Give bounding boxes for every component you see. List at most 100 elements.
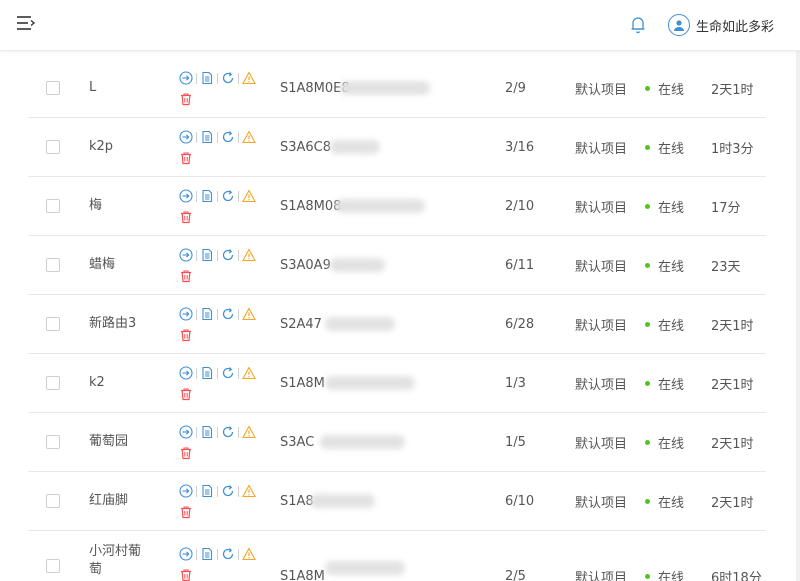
document-icon[interactable]	[200, 248, 214, 262]
warning-icon[interactable]	[242, 71, 256, 85]
row-checkbox[interactable]	[46, 435, 60, 449]
row-checkbox[interactable]	[46, 317, 60, 331]
bell-icon[interactable]	[628, 14, 648, 36]
login-icon[interactable]	[179, 484, 193, 498]
login-icon[interactable]	[179, 189, 193, 203]
top-header: 生命如此多彩	[0, 0, 800, 51]
refresh-icon[interactable]	[221, 547, 235, 561]
serial-number: S2A47	[280, 316, 322, 332]
login-icon[interactable]	[179, 425, 193, 439]
table-row[interactable]: 葡萄园 S3AC 1/5 默认项目 在线 2天1时	[28, 413, 766, 472]
user-menu[interactable]: 生命如此多彩	[668, 11, 774, 39]
device-name: L	[89, 80, 97, 95]
warning-icon[interactable]	[242, 189, 256, 203]
refresh-icon[interactable]	[221, 366, 235, 380]
online-ratio: 6/28	[505, 316, 535, 332]
row-checkbox[interactable]	[46, 559, 60, 573]
divider	[217, 131, 218, 143]
delete-icon[interactable]	[179, 210, 193, 224]
row-checkbox[interactable]	[46, 258, 60, 272]
delete-icon[interactable]	[179, 269, 193, 283]
warning-icon[interactable]	[242, 130, 256, 144]
table-row[interactable]: 蜡梅 S3A0A9 6/11 默认项目 在线 23天	[28, 236, 766, 295]
scrollbar[interactable]	[796, 50, 800, 581]
refresh-icon[interactable]	[221, 484, 235, 498]
row-actions	[179, 246, 259, 285]
divider	[238, 72, 239, 84]
warning-icon[interactable]	[242, 248, 256, 262]
delete-icon[interactable]	[179, 568, 193, 581]
divider	[196, 190, 197, 202]
device-name: k2	[89, 375, 105, 390]
delete-icon[interactable]	[179, 328, 193, 342]
row-actions	[179, 423, 259, 462]
status: 在线	[645, 295, 684, 353]
delete-icon[interactable]	[179, 151, 193, 165]
document-icon[interactable]	[200, 425, 214, 439]
login-icon[interactable]	[179, 248, 193, 262]
document-icon[interactable]	[200, 189, 214, 203]
redacted-blur	[335, 199, 425, 213]
row-checkbox[interactable]	[46, 140, 60, 154]
warning-icon[interactable]	[242, 425, 256, 439]
table-row[interactable]: L S1A8M0E8 2/9 默认项目 在线 2天1时	[28, 59, 766, 118]
divider	[196, 426, 197, 438]
refresh-icon[interactable]	[221, 130, 235, 144]
login-icon[interactable]	[179, 307, 193, 321]
delete-icon[interactable]	[179, 387, 193, 401]
delete-icon[interactable]	[179, 92, 193, 106]
document-icon[interactable]	[200, 484, 214, 498]
warning-icon[interactable]	[242, 307, 256, 321]
row-checkbox[interactable]	[46, 199, 60, 213]
refresh-icon[interactable]	[221, 307, 235, 321]
document-icon[interactable]	[200, 71, 214, 85]
online-duration: 2天1时	[711, 318, 754, 334]
redacted-blur	[325, 376, 415, 390]
refresh-icon[interactable]	[221, 425, 235, 439]
project-name: 默认项目	[575, 259, 628, 275]
divider	[196, 72, 197, 84]
menu-fold-icon[interactable]	[14, 13, 38, 35]
project-name: 默认项目	[575, 141, 628, 157]
refresh-icon[interactable]	[221, 248, 235, 262]
redacted-blur	[325, 317, 395, 331]
refresh-icon[interactable]	[221, 71, 235, 85]
table-row[interactable]: k2p S3A6C8 3/16 默认项目 在线 1时3分	[28, 118, 766, 177]
document-icon[interactable]	[200, 366, 214, 380]
refresh-icon[interactable]	[221, 189, 235, 203]
document-icon[interactable]	[200, 547, 214, 561]
table-row[interactable]: 梅 S1A8M08 2/10 默认项目 在线 17分	[28, 177, 766, 236]
project-name: 默认项目	[575, 495, 628, 511]
row-checkbox[interactable]	[46, 81, 60, 95]
table-row[interactable]: k2 S1A8M 1/3 默认项目 在线 2天1时	[28, 354, 766, 413]
online-dot	[645, 144, 650, 150]
delete-icon[interactable]	[179, 446, 193, 460]
status: 在线	[645, 531, 684, 581]
table-row[interactable]: 小河村葡萄 S1A8M 2/5 默认项目 在线 6时18分	[28, 531, 766, 581]
login-icon[interactable]	[179, 547, 193, 561]
login-icon[interactable]	[179, 71, 193, 85]
warning-icon[interactable]	[242, 547, 256, 561]
divider	[217, 548, 218, 560]
document-icon[interactable]	[200, 130, 214, 144]
row-checkbox[interactable]	[46, 494, 60, 508]
online-dot	[645, 573, 650, 579]
delete-icon[interactable]	[179, 505, 193, 519]
divider	[238, 426, 239, 438]
online-duration: 23天	[711, 259, 741, 275]
serial-number: S1A8	[280, 493, 314, 509]
online-dot	[645, 498, 650, 504]
divider	[217, 72, 218, 84]
divider	[217, 249, 218, 261]
table-row[interactable]: 新路由3 S2A47 6/28 默认项目 在线 2天1时	[28, 295, 766, 354]
online-duration: 6时18分	[711, 570, 762, 581]
table-row[interactable]: 红庙脚 S1A8 6/10 默认项目 在线 2天1时	[28, 472, 766, 531]
login-icon[interactable]	[179, 366, 193, 380]
divider	[217, 367, 218, 379]
login-icon[interactable]	[179, 130, 193, 144]
warning-icon[interactable]	[242, 366, 256, 380]
document-icon[interactable]	[200, 307, 214, 321]
warning-icon[interactable]	[242, 484, 256, 498]
row-checkbox[interactable]	[46, 376, 60, 390]
row-actions	[179, 364, 259, 403]
